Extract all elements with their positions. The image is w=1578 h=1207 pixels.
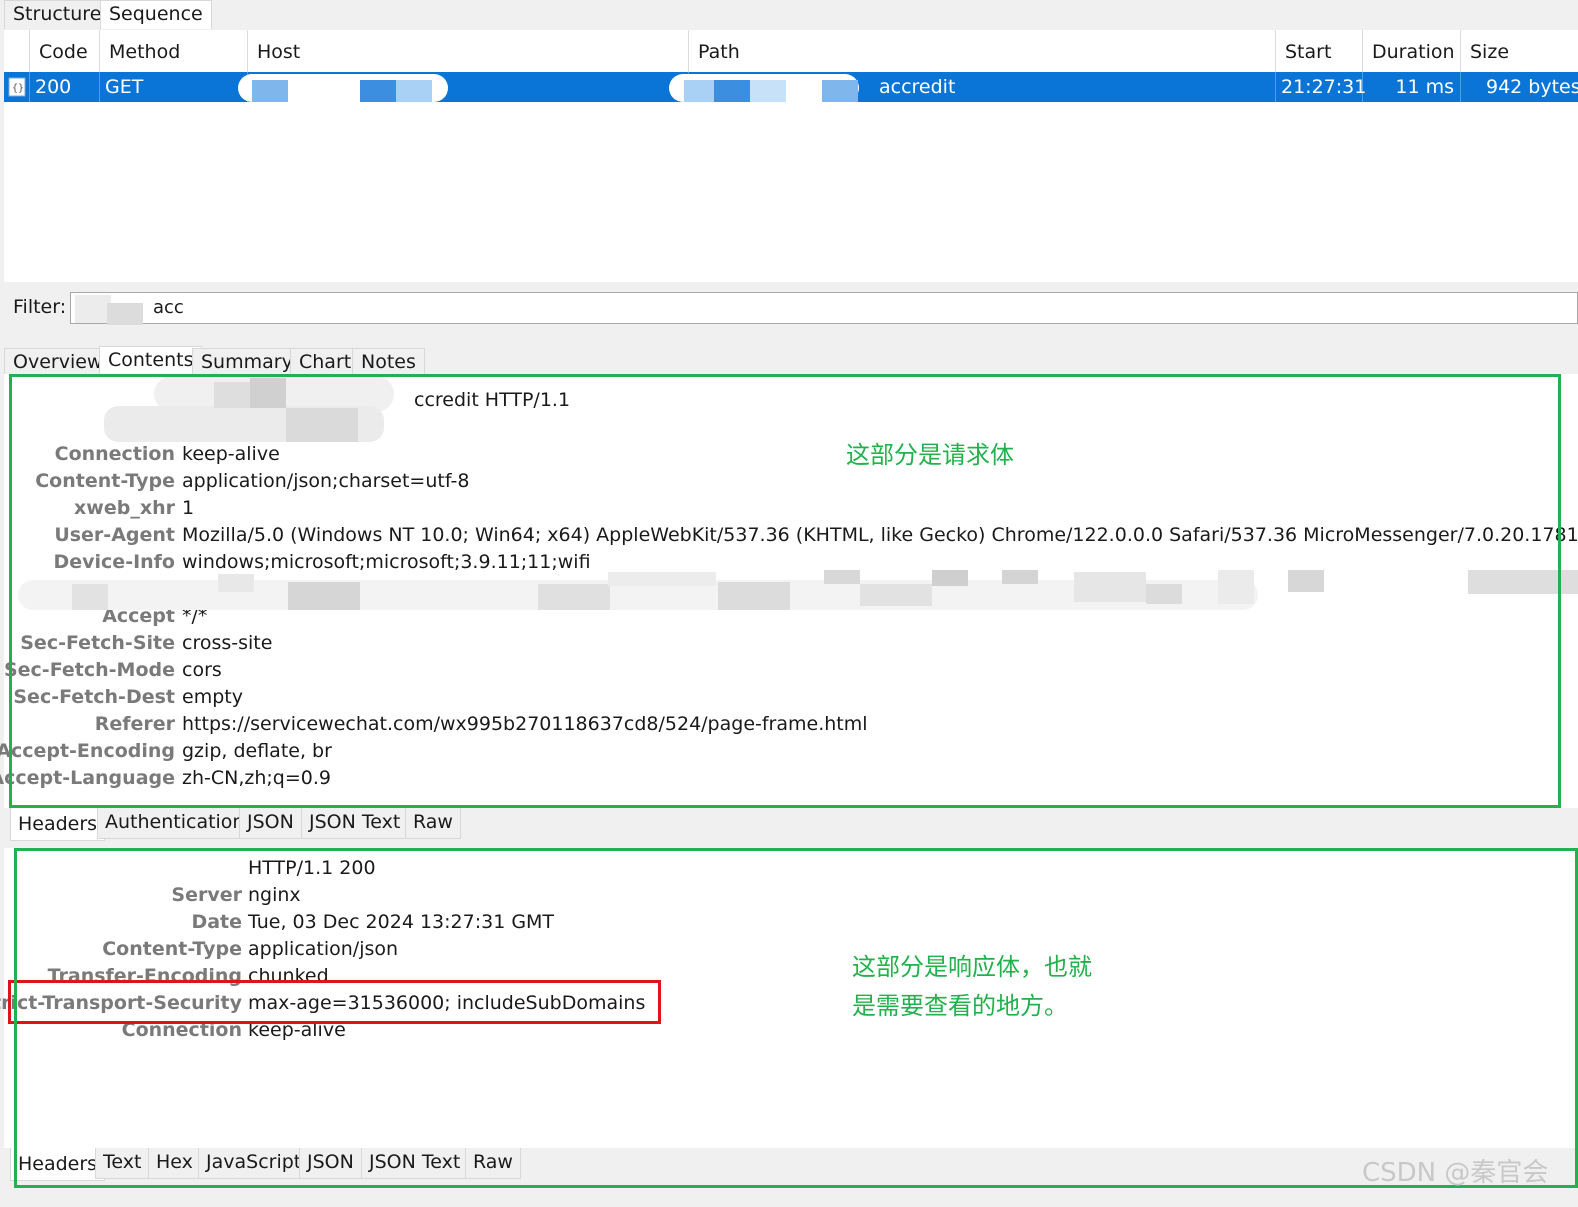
tab-overview[interactable]: Overview [4,348,112,377]
tab-structure[interactable]: Structure [4,0,111,29]
filter-label: Filter: [13,296,67,318]
row-host-redacted [238,72,689,102]
json-file-icon: {} [4,72,30,102]
column-path[interactable]: Path [689,30,1276,72]
column-code[interactable]: Code [30,30,100,72]
column-size[interactable]: Size [1461,30,1578,72]
request-view-tabs: Headers Authentication JSON JSON Text Ra… [0,808,1578,844]
row-start: 21:27:31 [1276,72,1366,102]
column-method[interactable]: Method [100,30,248,72]
request-tab-authentication[interactable]: Authentication [97,808,253,839]
row-path: accredit [669,72,1276,102]
sequence-table: Code Method Host Path Start Duration Siz… [4,30,1578,282]
request-tab-raw[interactable]: Raw [405,808,461,839]
table-row[interactable]: {} 200 GET accredit 21:27:31 11 ms 942 b… [4,72,1578,102]
detail-tab-bar: Overview Contents Summary Chart Notes [0,340,1578,377]
tab-sequence[interactable]: Sequence [100,0,212,29]
column-start[interactable]: Start [1276,30,1363,72]
tab-contents[interactable]: Contents [99,346,203,375]
tab-summary[interactable]: Summary [192,348,302,377]
response-highlight-box [14,848,1578,1188]
column-host[interactable]: Host [248,30,689,72]
request-highlight-box [9,374,1561,808]
filter-bar: Filter: acc [0,284,1578,334]
watermark: CSDN @秦官会 [1362,1158,1549,1188]
request-tab-json[interactable]: JSON [239,808,302,839]
svg-text:{}: {} [12,83,24,94]
row-size: 942 bytes [1486,76,1578,98]
row-path-text: accredit [879,76,956,98]
request-tab-headers[interactable]: Headers [10,808,106,841]
column-duration[interactable]: Duration [1363,30,1461,72]
top-tab-bar: Structure Sequence [0,0,1578,30]
column-icon [4,30,30,72]
tab-notes[interactable]: Notes [352,348,425,377]
tab-chart[interactable]: Chart [290,348,361,377]
row-code: 200 [30,72,100,102]
row-method: GET [100,72,248,102]
row-duration: 11 ms [1363,72,1461,102]
request-tab-json-text[interactable]: JSON Text [301,808,409,839]
filter-input[interactable]: acc [70,292,1578,325]
